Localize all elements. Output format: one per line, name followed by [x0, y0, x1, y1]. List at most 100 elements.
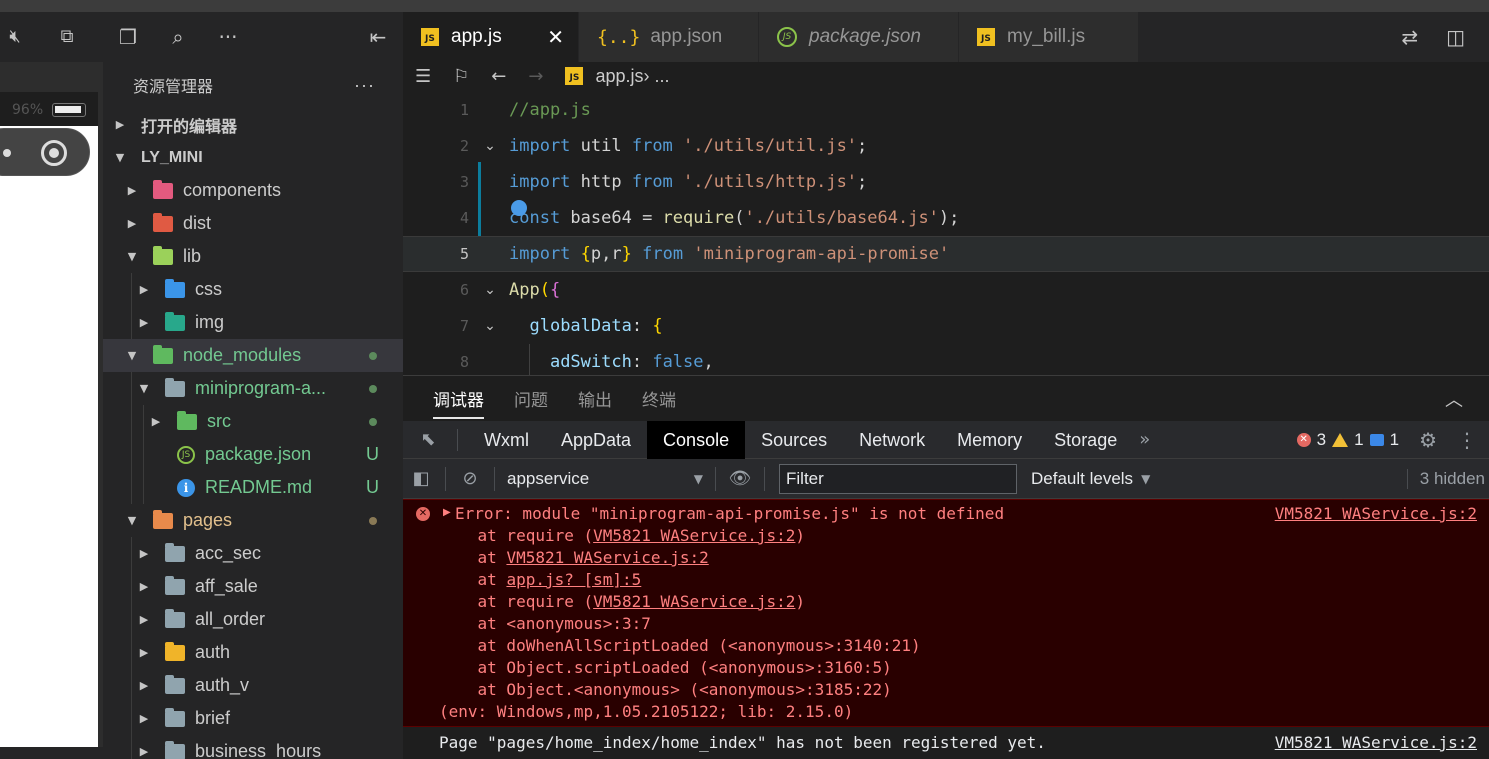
error-source-link[interactable]: VM5821 WAService.js:2: [1275, 503, 1477, 525]
files-icon[interactable]: ❐: [115, 25, 141, 49]
chevron-up-icon[interactable]: ︿: [1445, 386, 1463, 412]
code-text: const base64 = require('./utils/base64.j…: [509, 208, 960, 228]
divider: [445, 466, 446, 491]
explorer-more-icon[interactable]: ···: [354, 75, 375, 96]
tree-item[interactable]: ▶ all_order: [103, 603, 403, 636]
console-output[interactable]: ✕ ▶ Error: module "miniprogram-api-promi…: [403, 499, 1489, 759]
back-arrow-icon[interactable]: ←: [491, 66, 506, 87]
panel-tabs: 调试器 问题 输出 终端 ︿: [403, 375, 1489, 421]
tab-storage[interactable]: Storage: [1038, 421, 1133, 459]
stack-frame: at require (VM5821 WAService.js:2): [439, 525, 806, 547]
log-text: Page "pages/home_index/home_index" has n…: [439, 733, 1046, 752]
hidden-count[interactable]: 3 hidden: [1406, 468, 1489, 489]
tab-wxml[interactable]: Wxml: [468, 421, 545, 459]
breadcrumb-file[interactable]: app.js: [595, 66, 643, 87]
tab-label: app.js: [451, 26, 502, 47]
open-editors-section[interactable]: ▶ 打开的编辑器: [103, 108, 403, 141]
tab-memory[interactable]: Memory: [941, 421, 1038, 459]
tree-item[interactable]: ▶ auth: [103, 636, 403, 669]
indent-guide: [131, 570, 132, 603]
more-tabs-icon[interactable]: »: [1139, 429, 1150, 450]
context-select[interactable]: appservice ▼: [501, 469, 709, 489]
mute-icon[interactable]: 🔇︎: [4, 26, 26, 48]
tree-item[interactable]: ▼ miniprogram-a...: [103, 372, 403, 405]
tab-app-json[interactable]: {..} app.json: [579, 12, 759, 62]
more-dot-icon[interactable]: [3, 149, 11, 157]
tree-item-label: lib: [183, 246, 202, 266]
collapse-panel-icon[interactable]: ⇤: [365, 25, 391, 49]
code-editor[interactable]: 1 //app.js 2 ⌄ import util from './utils/…: [403, 90, 1489, 375]
tree-item[interactable]: ▶ components: [103, 174, 403, 207]
chevron-right-icon: ▶: [115, 118, 125, 131]
tree-item[interactable]: ▼ pages: [103, 504, 403, 537]
tree-item[interactable]: ▶ aff_sale: [103, 570, 403, 603]
capsule-menu[interactable]: [0, 128, 90, 176]
folder-icon: [177, 410, 197, 430]
tab-app-js[interactable]: JS app.js ✕: [403, 12, 579, 62]
inspect-icon[interactable]: ⬉: [403, 429, 453, 450]
code-line: 3 import http from './utils/http.js';: [403, 164, 1489, 200]
more-icon[interactable]: ···: [215, 25, 241, 49]
search-icon[interactable]: ⌕: [165, 25, 191, 49]
clear-console-icon[interactable]: ⊘: [452, 468, 488, 489]
tab-console[interactable]: Console: [647, 420, 746, 459]
devtools-tabs: ⬉ Wxml AppData Console Sources Network M…: [403, 420, 1489, 459]
stack-frame-link[interactable]: VM5821 WAService.js:2: [506, 548, 708, 567]
tree-item[interactable]: JS package.json U: [103, 438, 403, 471]
tab-label: package.json: [809, 26, 921, 47]
tab-network[interactable]: Network: [843, 421, 941, 459]
tab-package-json[interactable]: JS package.json: [759, 12, 959, 62]
tree-item[interactable]: ▼ node_modules: [103, 339, 403, 372]
tab-appdata[interactable]: AppData: [545, 421, 647, 459]
tab-sources[interactable]: Sources: [745, 421, 843, 459]
tab-output[interactable]: 输出: [578, 386, 612, 411]
fold-chevron-icon[interactable]: ⌄: [471, 282, 509, 298]
warning-count: 1: [1354, 429, 1364, 449]
forward-arrow-icon[interactable]: →: [528, 66, 543, 87]
gear-icon[interactable]: ⚙: [1419, 428, 1437, 452]
list-icon[interactable]: ☰: [415, 66, 431, 87]
tree-item[interactable]: ▶ auth_v: [103, 669, 403, 702]
sidebar-toggle-icon[interactable]: ◧: [403, 468, 439, 489]
fold-chevron-icon[interactable]: ⌄: [471, 138, 509, 154]
dropdown-arrow-icon: ▼: [693, 471, 703, 486]
project-section[interactable]: ▼ LY_MINI: [103, 141, 403, 174]
lightbulb-icon[interactable]: [511, 200, 527, 216]
stack-frame-link[interactable]: VM5821 WAService.js:2: [593, 592, 795, 611]
close-circle-icon[interactable]: [41, 140, 67, 166]
kebab-menu-icon[interactable]: ⋮: [1457, 428, 1477, 452]
info-icon: [1369, 433, 1384, 446]
stack-frame-link[interactable]: app.js? [sm]:5: [506, 570, 641, 589]
bookmark-icon[interactable]: ⚐: [453, 66, 469, 87]
chevron-down-icon: ▼: [127, 250, 137, 263]
issue-counters[interactable]: ✕ 3 1 1 ⚙ ⋮: [1296, 428, 1489, 452]
js-file-icon: JS: [977, 28, 995, 46]
tree-item-label: README.md: [205, 477, 313, 497]
tree-item[interactable]: ▶ dist: [103, 207, 403, 240]
stack-frame-link[interactable]: VM5821 WAService.js:2: [593, 526, 795, 545]
tree-item[interactable]: ▼ lib: [103, 240, 403, 273]
log-levels-select[interactable]: Default levels ▼: [1031, 469, 1150, 489]
tree-item[interactable]: ▶ img: [103, 306, 403, 339]
tree-item[interactable]: ▶ acc_sec: [103, 537, 403, 570]
window-icon[interactable]: ⧉: [56, 26, 78, 48]
expand-triangle-icon[interactable]: ▶: [443, 507, 451, 518]
split-editor-icon[interactable]: ◫: [1446, 25, 1465, 49]
tab-my-bill-js[interactable]: JS my_bill.js: [959, 12, 1139, 62]
filter-input[interactable]: [779, 463, 1017, 494]
tree-item[interactable]: ▶ brief: [103, 702, 403, 735]
tab-problems[interactable]: 问题: [514, 386, 548, 411]
tree-item[interactable]: ▶ src: [103, 405, 403, 438]
close-icon[interactable]: ✕: [547, 25, 564, 49]
eye-icon[interactable]: 👁︎: [722, 468, 758, 489]
breadcrumb-rest[interactable]: › ...: [644, 66, 670, 87]
tab-terminal[interactable]: 终端: [642, 386, 676, 411]
tree-item[interactable]: i README.md U: [103, 471, 403, 504]
compare-icon[interactable]: ⇄: [1401, 25, 1418, 49]
tab-debugger[interactable]: 调试器: [433, 386, 484, 419]
tree-item[interactable]: ▶ business_hours: [103, 735, 403, 759]
simulator-screen[interactable]: [0, 92, 98, 747]
fold-chevron-icon[interactable]: ⌄: [471, 318, 509, 334]
tree-item[interactable]: ▶ css: [103, 273, 403, 306]
log-source-link[interactable]: VM5821 WAService.js:2: [1275, 732, 1477, 754]
